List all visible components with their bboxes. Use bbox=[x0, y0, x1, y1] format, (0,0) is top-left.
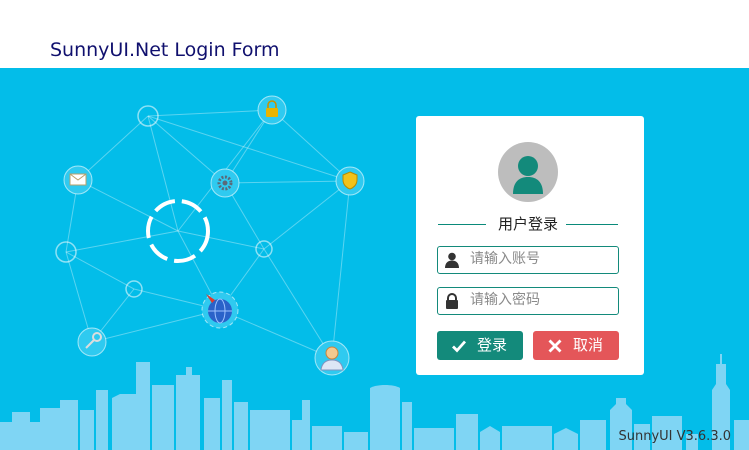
cancel-button-label: 取消 bbox=[573, 336, 604, 354]
login-button-label: 登录 bbox=[477, 336, 508, 354]
username-input[interactable] bbox=[470, 248, 610, 270]
login-panel-background: 用户登录 登录 取消 bbox=[0, 68, 749, 450]
login-title: 用户登录 bbox=[497, 215, 558, 233]
window-title: SunnyUI.Net Login Form bbox=[50, 39, 280, 61]
check-icon bbox=[452, 340, 467, 353]
shield-node-icon bbox=[335, 166, 365, 196]
avatar-icon bbox=[498, 142, 558, 202]
version-label: SunnyUI V3.6.3.0 bbox=[618, 429, 731, 444]
password-input[interactable] bbox=[470, 289, 610, 311]
password-field[interactable] bbox=[437, 287, 619, 315]
login-button[interactable]: 登录 bbox=[437, 331, 523, 360]
close-icon bbox=[548, 339, 562, 353]
lock-icon bbox=[446, 293, 458, 309]
login-title-row: 用户登录 bbox=[438, 214, 618, 234]
lock-node-icon bbox=[257, 95, 287, 125]
cancel-button[interactable]: 取消 bbox=[533, 331, 619, 360]
mail-node-icon bbox=[63, 165, 93, 195]
user-icon bbox=[445, 252, 459, 268]
title-bar: SunnyUI.Net Login Form bbox=[0, 0, 749, 68]
gear-node-icon bbox=[210, 168, 240, 198]
globe-node-icon bbox=[201, 291, 239, 329]
username-field[interactable] bbox=[437, 246, 619, 274]
login-card: 用户登录 登录 取消 bbox=[416, 116, 644, 375]
